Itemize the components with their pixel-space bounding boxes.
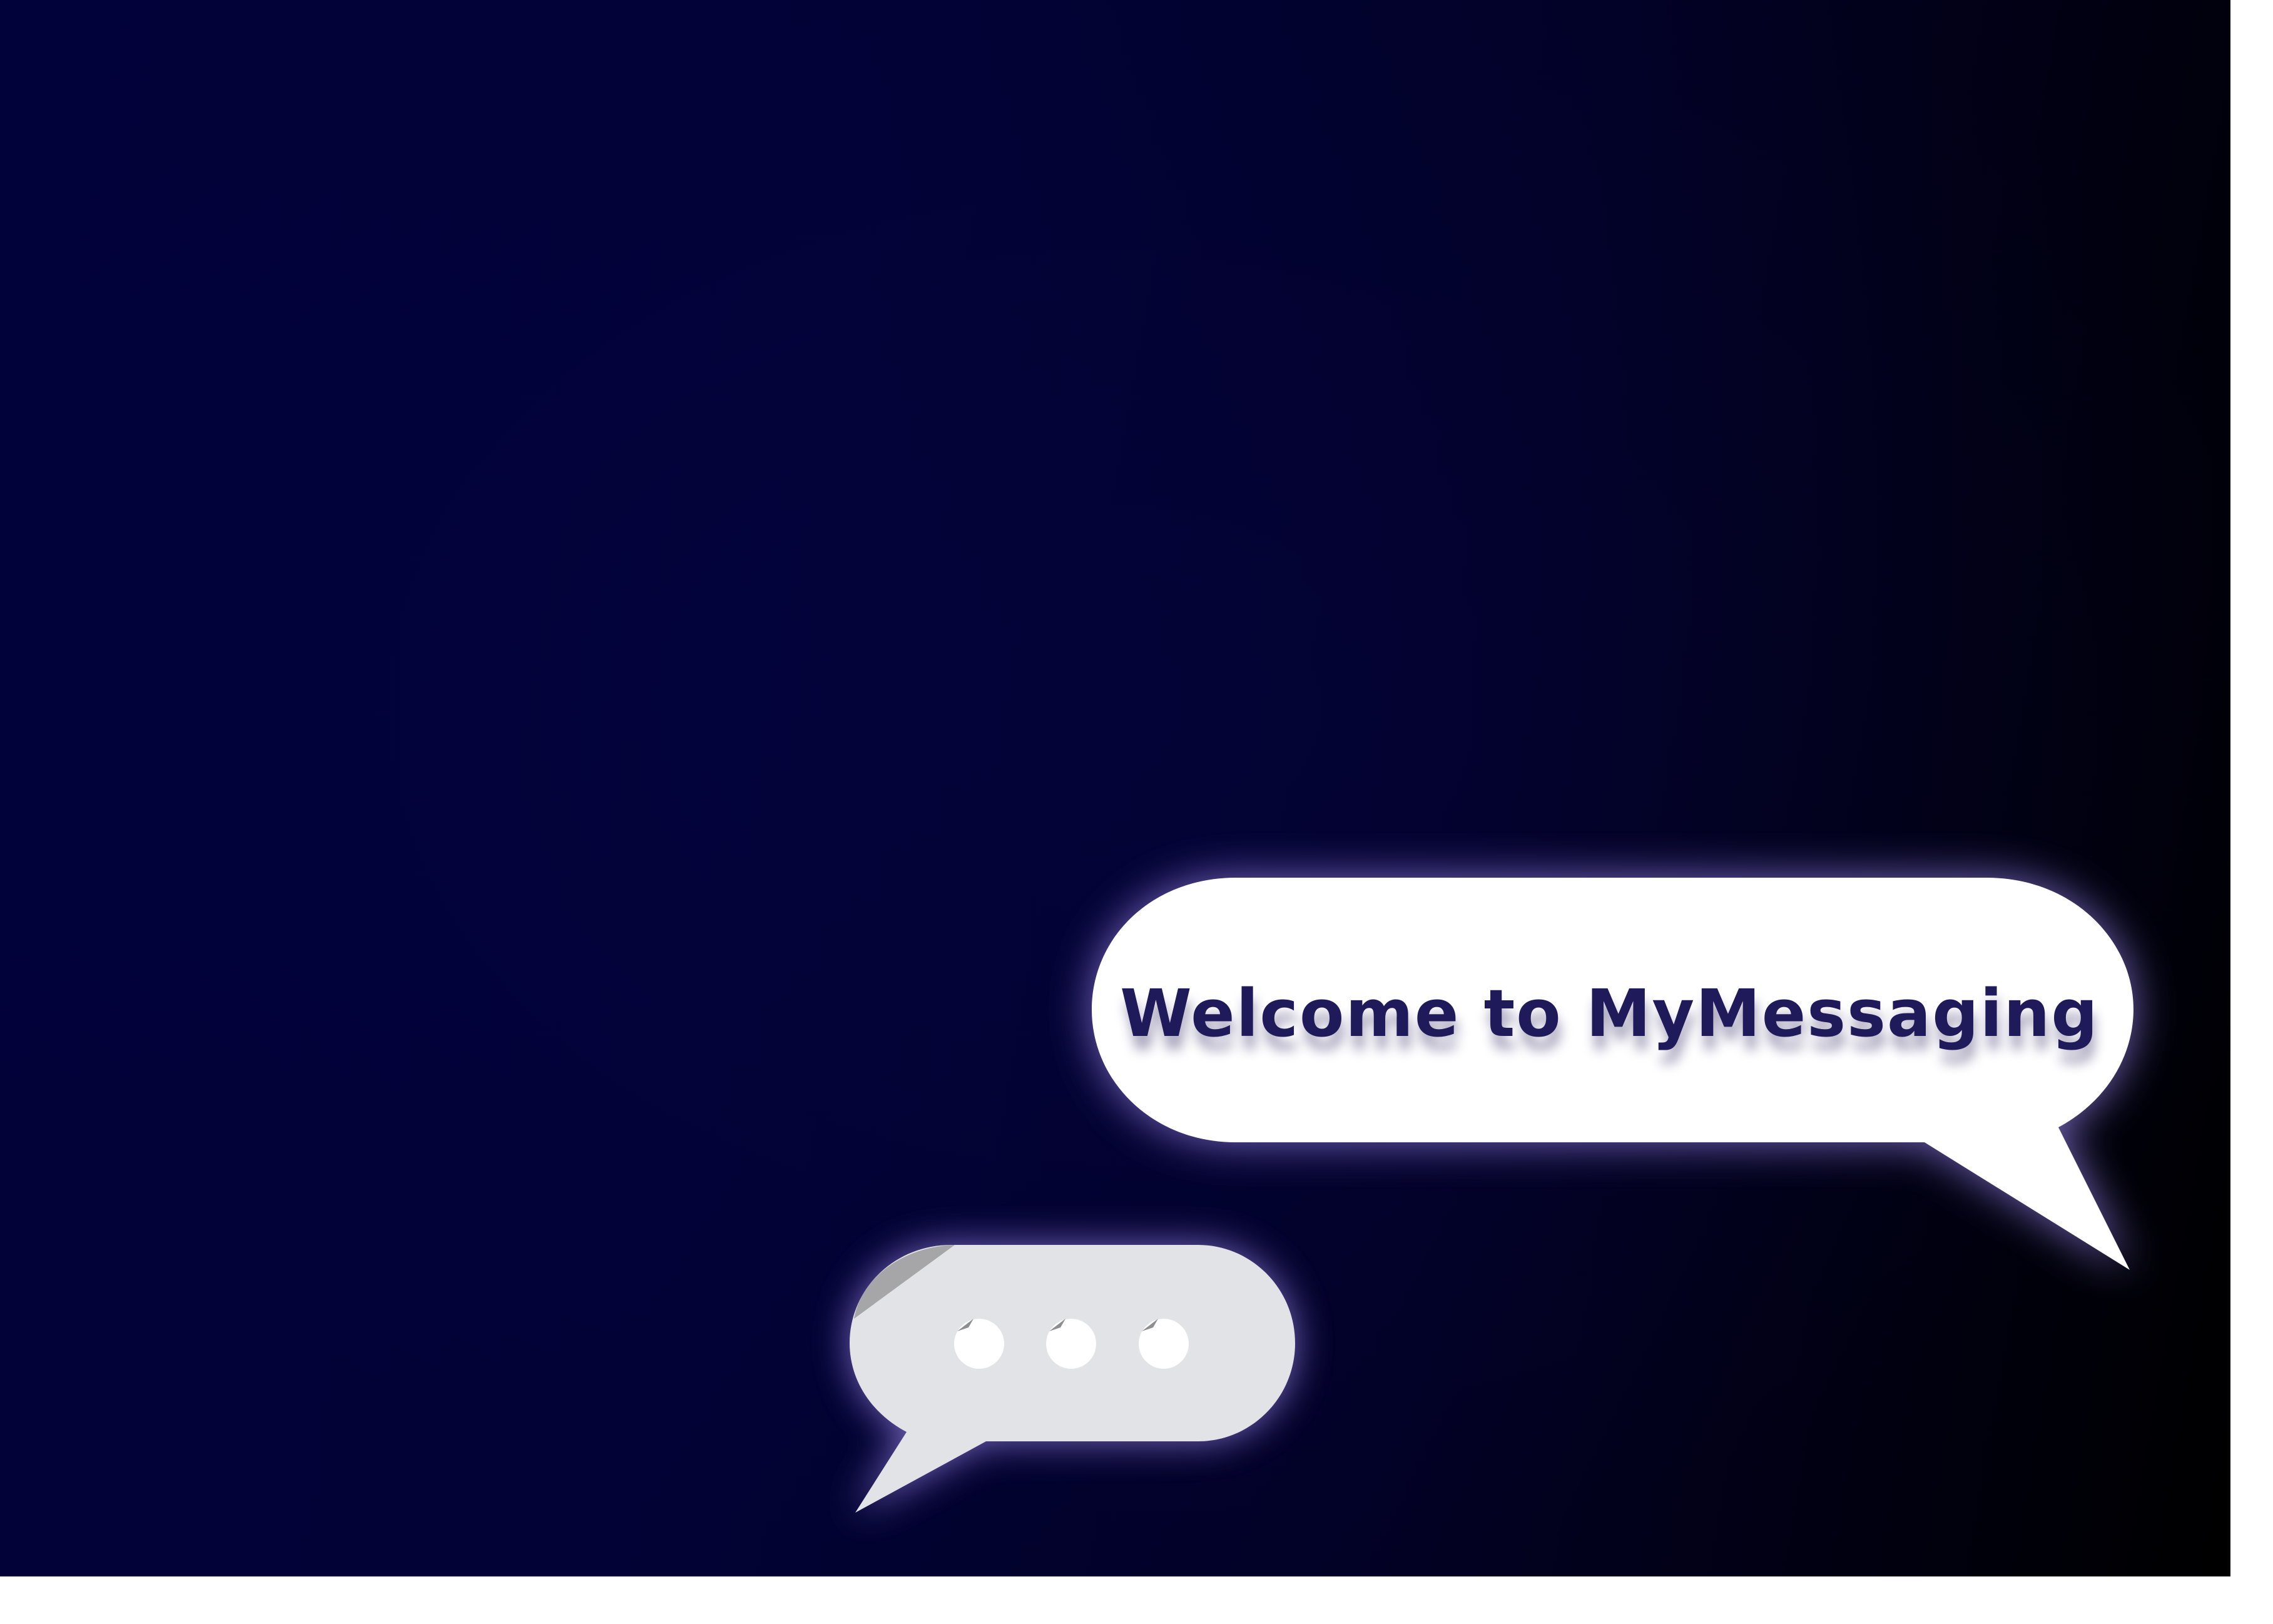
dot-icon — [1046, 1319, 1096, 1369]
splash-screen: Welcome to MyMessaging — [0, 0, 2273, 1624]
typing-dots — [954, 1319, 1189, 1369]
dot-icon — [954, 1319, 1004, 1369]
bubbles-illustration — [0, 0, 2230, 1576]
background-panel: Welcome to MyMessaging — [0, 0, 2230, 1576]
welcome-message: Welcome to MyMessaging — [1120, 975, 2099, 1052]
dot-icon — [1139, 1319, 1189, 1369]
